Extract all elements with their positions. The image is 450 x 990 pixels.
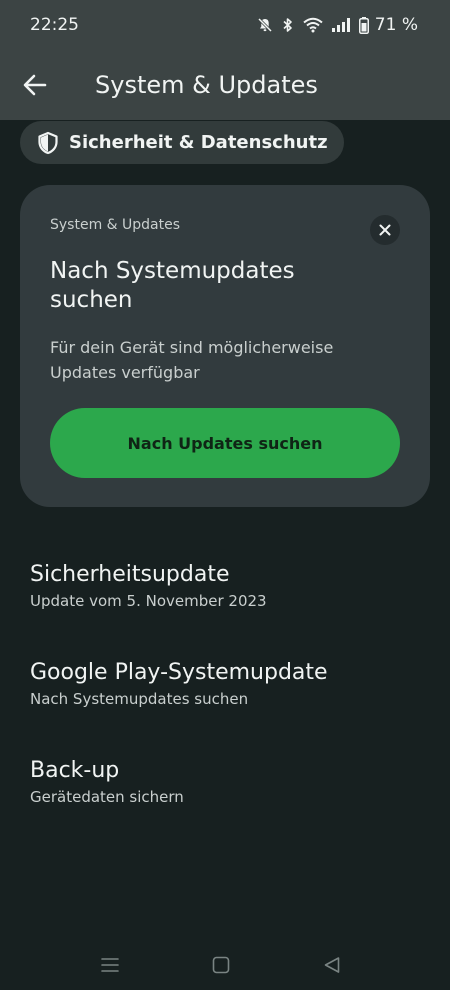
battery-percent: 71 % [374,15,418,35]
close-icon [379,224,391,236]
list-item-security-update[interactable]: Sicherheitsupdate Update vom 5. November… [30,561,267,611]
status-time: 22:25 [30,15,79,35]
square-home-icon [212,956,230,974]
back-nav-button[interactable] [319,952,345,978]
check-updates-button[interactable]: Nach Updates suchen [50,408,400,478]
list-item-backup[interactable]: Back-up Gerätedaten sichern [30,757,184,807]
back-button[interactable] [20,70,50,100]
arrow-left-icon [23,74,47,96]
list-item-title: Google Play-Systemupdate [30,660,328,685]
card-heading: Nach Systemupdates suchen [50,258,295,313]
page-title: System & Updates [95,71,318,99]
list-item-google-play-update[interactable]: Google Play-Systemupdate Nach Systemupda… [30,659,328,709]
battery-icon [358,16,369,34]
list-item-title: Back-up [30,758,120,783]
mute-bell-icon [257,17,272,33]
chip-label: Sicherheit & Datenschutz [69,132,328,153]
system-nav-bar [0,940,450,990]
cell-signal-icon [331,18,350,32]
shield-icon [38,131,58,154]
recent-apps-button[interactable] [97,952,123,978]
list-item-title: Sicherheitsupdate [30,562,230,587]
list-item-subtitle: Nach Systemupdates suchen [30,690,249,708]
status-icons: 71 % [257,15,418,35]
wifi-icon [303,17,323,33]
bluetooth-icon [283,18,292,32]
triangle-back-icon [324,957,340,973]
menu-lines-icon [101,958,119,972]
security-privacy-chip[interactable]: Sicherheit & Datenschutz [20,121,344,164]
app-bar: System & Updates [0,50,450,120]
update-card: System & Updates Nach Systemupdates such… [20,185,430,507]
status-bar: 22:25 71 % [0,0,450,50]
home-button[interactable] [208,952,234,978]
card-description: Für dein Gerät sind möglicherweise Updat… [50,338,334,382]
card-kicker: System & Updates [50,217,181,233]
list-item-subtitle: Gerätedaten sichern [30,788,184,806]
list-item-subtitle: Update vom 5. November 2023 [30,592,267,610]
dismiss-card-button[interactable] [370,215,400,245]
